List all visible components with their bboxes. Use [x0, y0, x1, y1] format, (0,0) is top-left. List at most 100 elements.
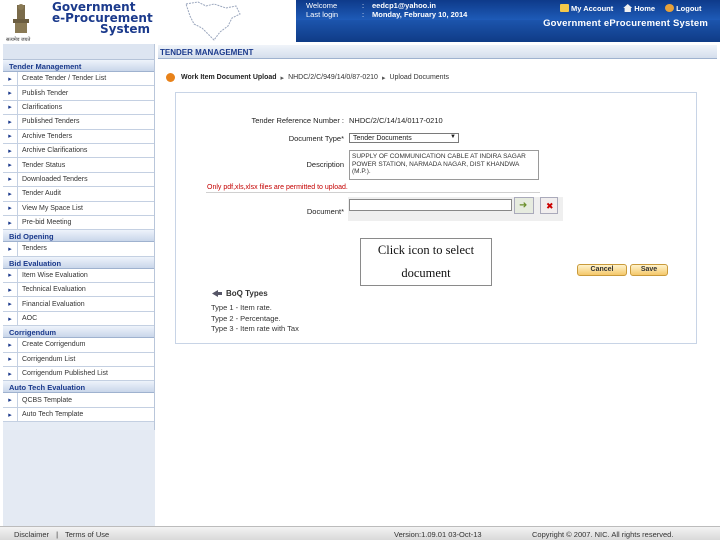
sidebar-section-header: Auto Tech Evaluation: [3, 381, 154, 394]
sidebar-item-label: Archive Clarifications: [17, 143, 154, 158]
description-label: Description: [306, 160, 344, 169]
chevron-right-icon: ▸: [8, 162, 12, 170]
delete-icon: ✖: [546, 201, 554, 211]
sidebar-item[interactable]: ▸ Publish Tender: [3, 86, 154, 101]
sidebar-item[interactable]: ▸ Archive Clarifications: [3, 143, 154, 159]
sidebar-item[interactable]: ▸ Financial Evaluation: [3, 297, 154, 312]
chevron-right-icon: ▸: [8, 356, 12, 364]
section-title: TENDER MANAGEMENT: [158, 45, 717, 59]
sidebar-item[interactable]: ▸ Create Tender / Tender List: [3, 72, 154, 87]
sidebar-section-header: Bid Opening: [3, 230, 154, 243]
boq-type-3: Type 3 - Item rate with Tax: [211, 324, 299, 333]
chevron-right-icon: ▸: [8, 397, 12, 405]
description-textarea[interactable]: SUPPLY OF COMMUNICATION CABLE AT INDIRA …: [349, 150, 539, 180]
account-icon: [560, 4, 569, 12]
sidebar-top-bar: [3, 44, 154, 60]
select-file-button[interactable]: ➜: [514, 197, 534, 214]
sidebar-item[interactable]: ▸ Pre-bid Meeting: [3, 215, 154, 231]
sidebar-item[interactable]: ▸ Tender Audit: [3, 187, 154, 202]
sidebar-item-label: Publish Tender: [17, 86, 154, 100]
chevron-right-icon: ▸: [8, 147, 12, 155]
chevron-right-icon: ▸: [8, 301, 12, 309]
chevron-right-icon: ▸: [8, 245, 12, 253]
sidebar-item[interactable]: ▸ QCBS Template: [3, 393, 154, 408]
chevron-right-icon: ▸: [8, 190, 12, 198]
welcome-label: Welcome: [306, 1, 338, 10]
disclaimer-link[interactable]: Disclaimer: [14, 530, 49, 539]
save-button[interactable]: Save: [630, 264, 668, 276]
breadcrumb-separator-icon: ▸: [280, 74, 285, 82]
logo-line-3: System: [100, 22, 150, 36]
national-emblem-icon: [13, 4, 29, 33]
sidebar-item-label: Downloaded Tenders: [17, 172, 154, 187]
last-login-label: Last login: [306, 10, 339, 19]
breadcrumb-item-1[interactable]: Work Item Document Upload: [181, 74, 277, 81]
sidebar-section-header: Tender Management: [3, 60, 154, 72]
sidebar-item[interactable]: ▸ Published Tenders: [3, 115, 154, 130]
footer: Disclaimer | Terms of Use Version:1.09.0…: [0, 526, 720, 540]
sidebar-item[interactable]: ▸ Item Wise Evaluation: [3, 268, 154, 284]
my-account-link[interactable]: My Account: [560, 4, 613, 13]
chevron-right-icon: ▸: [8, 118, 12, 126]
chevron-down-icon: ▼: [450, 134, 456, 140]
sidebar-item[interactable]: ▸ Create Corrigendum: [3, 338, 154, 353]
sidebar-item-label: Published Tenders: [17, 115, 154, 129]
sidebar-item-label: Corrigendum List: [17, 352, 154, 367]
user-info: Welcome : eedcp1@yahoo.in Last login : M…: [306, 1, 468, 19]
sidebar-item[interactable]: ▸ View My Space List: [3, 201, 154, 216]
chevron-right-icon: ▸: [8, 75, 12, 83]
boq-arrow-icon: [212, 290, 222, 297]
document-type-select[interactable]: Tender Documents ▼: [349, 133, 459, 143]
site-logo[interactable]: Government e-Procurement System: [52, 1, 153, 36]
form-divider: [206, 192, 540, 193]
chevron-right-icon: ▸: [8, 286, 12, 294]
remove-file-button[interactable]: ✖: [540, 197, 558, 214]
upload-folder-icon: ➜: [519, 200, 528, 211]
callout-line-1: Click icon to select: [377, 243, 475, 257]
top-links: My Account Home Logout: [560, 4, 701, 13]
sidebar-item[interactable]: ▸ Tenders: [3, 242, 154, 257]
sidebar-section-header: Corrigendum: [3, 326, 154, 339]
chevron-right-icon: ▸: [8, 315, 12, 323]
document-type-label: Document Type*: [288, 134, 344, 143]
terms-link[interactable]: Terms of Use: [65, 530, 109, 539]
sidebar-menu: Tender Management ▸ Create Tender / Tender…: [3, 60, 154, 423]
sidebar-item[interactable]: ▸ Auto Tech Template: [3, 407, 154, 423]
sidebar-item-label: Technical Evaluation: [17, 283, 154, 297]
sidebar-item[interactable]: ▸ AOC: [3, 311, 154, 327]
sidebar-item-label: Item Wise Evaluation: [17, 268, 154, 283]
tender-ref-label: Tender Reference Number :: [251, 116, 344, 125]
chevron-right-icon: ▸: [8, 176, 12, 184]
instruction-callout: Click icon to select document: [360, 238, 492, 286]
copyright: Copyright © 2007. NIC. All rights reserv…: [532, 530, 674, 539]
sidebar-item-label: Create Corrigendum: [17, 338, 154, 352]
sidebar-item-label: View My Space List: [17, 201, 154, 215]
chevron-right-icon: ▸: [8, 341, 12, 349]
sidebar-item[interactable]: ▸ Technical Evaluation: [3, 283, 154, 298]
sidebar-item[interactable]: ▸ Tender Status: [3, 158, 154, 173]
tender-ref-value: NHDC/2/C/14/14/0117-0210: [349, 116, 443, 125]
sidebar: Tender Management ▸ Create Tender / Tender…: [3, 44, 155, 526]
chevron-right-icon: ▸: [8, 411, 12, 419]
last-login-value: Monday, February 10, 2014: [372, 10, 468, 19]
sidebar-item[interactable]: ▸ Downloaded Tenders: [3, 172, 154, 188]
home-link[interactable]: Home: [623, 4, 655, 13]
home-icon: [623, 4, 633, 12]
sidebar-item[interactable]: ▸ Clarifications: [3, 100, 154, 116]
sidebar-item[interactable]: ▸ Archive Tenders: [3, 129, 154, 144]
sidebar-item-label: Auto Tech Template: [17, 407, 154, 422]
sidebar-filler: [3, 430, 155, 526]
header: सत्यमेव जयते Government e-Procurement Sy…: [0, 0, 720, 43]
sidebar-item[interactable]: ▸ Corrigendum Published List: [3, 367, 154, 382]
sidebar-item[interactable]: ▸ Corrigendum List: [3, 352, 154, 368]
breadcrumb: Work Item Document Upload ▸ NHDC/2/C/949…: [166, 73, 449, 82]
logout-link[interactable]: Logout: [665, 4, 701, 13]
breadcrumb-bullet-icon: [166, 73, 175, 82]
cancel-button[interactable]: Cancel: [577, 264, 627, 276]
document-file-input[interactable]: [349, 199, 512, 211]
sidebar-item-label: AOC: [17, 311, 154, 326]
footer-separator: |: [56, 530, 59, 539]
chevron-right-icon: ▸: [8, 370, 12, 378]
breadcrumb-item-2[interactable]: NHDC/2/C/949/14/0/87-0210: [288, 74, 378, 81]
sidebar-item-label: Archive Tenders: [17, 129, 154, 143]
